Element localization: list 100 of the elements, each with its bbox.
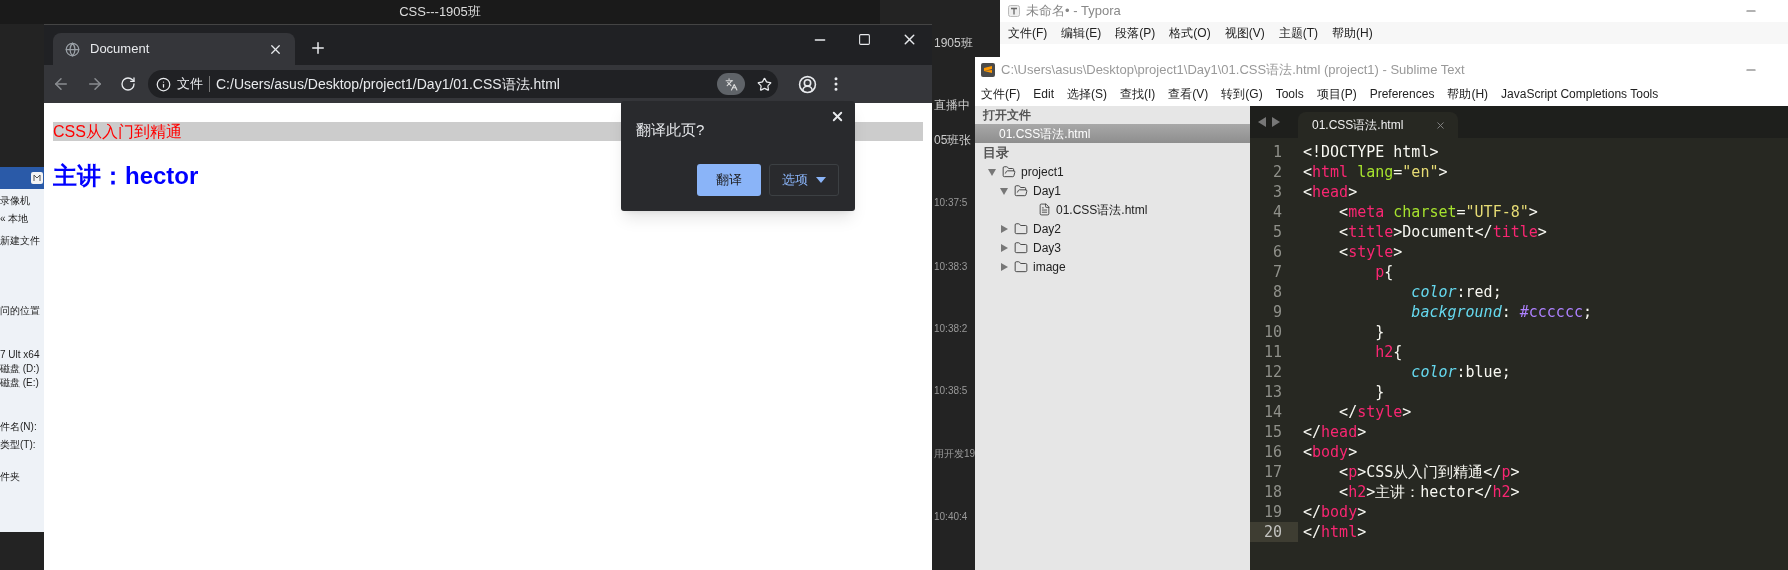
line-number: 13 [1262,382,1283,402]
code-line: </body> [1302,502,1367,522]
forward-icon[interactable] [86,75,104,93]
code-line: <meta charset="UTF-8"> [1338,202,1538,222]
translate-icon [724,77,738,91]
tree-item[interactable]: Day1 [1033,181,1061,200]
tree-item[interactable]: Day3 [1033,238,1061,257]
dialog-text: 磁盘 (D:) [0,363,41,375]
options-button[interactable]: 选项 [769,164,839,196]
menu-item[interactable]: 查看(V) [1168,85,1209,103]
globe-icon [65,41,80,57]
line-number: 2 [1271,162,1283,182]
back-icon[interactable] [52,75,70,93]
translate-button[interactable] [717,73,745,95]
line-number: 20 [1250,522,1298,542]
line-number: 14 [1262,402,1283,422]
menu-item[interactable]: 转到(G) [1221,85,1263,103]
file-icon [1038,203,1051,216]
code-line: h2{ [1374,342,1403,362]
line-number: 11 [1262,342,1283,362]
menu-item[interactable]: 选择(S) [1067,85,1107,103]
line-number: 6 [1271,242,1283,262]
line-number: 8 [1271,282,1283,302]
tree-item[interactable]: Day2 [1033,219,1061,238]
dialog-text: 录像机 [0,195,31,207]
app-icon [981,62,995,77]
folder-icon [1014,221,1028,236]
dialog-text: 磁盘 (E:) [0,377,40,389]
open-folder-icon [1002,164,1016,179]
menu-item[interactable]: 文件(F) [1008,24,1048,42]
collapsed-triangle-icon[interactable] [999,261,1009,272]
line-number: 10 [1262,322,1283,342]
code-line: color:blue; [1410,362,1511,382]
close-icon[interactable] [830,109,845,124]
menu-item[interactable]: Edit [1033,85,1054,103]
code-line: <style> [1338,242,1403,262]
menu-item[interactable]: 主题(T) [1278,24,1318,42]
expanded-triangle-icon[interactable] [987,166,997,177]
browser-tab[interactable]: Document [53,33,295,65]
tree-item[interactable]: image [1033,257,1066,276]
code-line: <html lang="en"> [1302,162,1448,182]
menu-item[interactable]: Tools [1275,85,1304,103]
chat-text: 10:38:2 [934,322,969,336]
app-icon [1008,5,1020,17]
dialog-text: 件夹 [0,471,21,483]
scheme-label: 文件 [177,75,203,94]
line-number: 5 [1271,222,1283,242]
collapsed-triangle-icon[interactable] [999,223,1009,234]
code-line: } [1374,322,1385,342]
window-title: 未命名• - Typora [1026,2,1121,21]
previous-icon[interactable] [1258,117,1266,127]
line-number: 19 [1262,502,1283,522]
maximize-icon[interactable] [858,33,871,46]
next-icon[interactable] [1272,117,1280,127]
menu-item[interactable]: 项目(P) [1316,85,1357,103]
popup-title: 翻译此页? [636,120,705,140]
tree-item[interactable]: project1 [1021,162,1064,181]
menu-item[interactable]: 帮助(H) [1447,85,1489,103]
dialog-text: « 本地 [0,213,30,225]
code-line: <head> [1302,182,1358,202]
editor-tab[interactable]: 01.CSS语法.html [1298,112,1458,138]
code-line: color:red; [1410,282,1502,302]
code-line: <title>Document</title> [1338,222,1547,242]
line-number: 12 [1262,362,1283,382]
menu-item[interactable]: 段落(P) [1115,24,1156,42]
code-line: } [1374,382,1385,402]
menu-item[interactable]: Preferences [1369,85,1435,103]
chat-text: 10:38:3 [934,260,969,274]
menu-item[interactable]: 查找(I) [1120,85,1156,103]
dialog-text: 类型(T): [0,439,37,451]
chat-text: 10:40:4 [934,510,969,524]
menu-item[interactable]: 文件(F) [981,85,1021,103]
new-tab-icon[interactable] [309,39,327,57]
line-number: 4 [1271,202,1283,222]
menu-item[interactable]: 编辑(E) [1061,24,1102,42]
menu-item[interactable]: JavaScript Completions Tools [1501,85,1659,103]
dialog-text: 件名(N): [0,421,38,433]
profile-icon[interactable] [798,74,817,94]
dialog-text: 问的位置 [0,305,41,317]
line-number: 15 [1262,422,1283,442]
line-number: 16 [1262,442,1283,462]
menu-item[interactable]: 格式(O) [1169,24,1211,42]
expanded-triangle-icon[interactable] [999,185,1009,196]
url-text: C:/Users/asus/Desktop/project1/Day1/01.CSS语法.html [216,74,561,94]
collapsed-triangle-icon[interactable] [999,242,1009,253]
menu-item[interactable]: 视图(V) [1224,24,1265,42]
reload-icon[interactable] [120,76,136,92]
star-icon[interactable] [757,76,772,92]
code-line: background: #cccccc; [1410,302,1592,322]
open-folder-icon [1014,183,1028,198]
code-line: p{ [1374,262,1394,282]
code-line: <!DOCTYPE html> [1302,142,1439,162]
sidebar-header: 打开文件 [982,107,1032,124]
menu-item[interactable]: 帮助(H) [1332,24,1373,42]
tree-item[interactable]: 01.CSS语法.html [1056,200,1148,219]
page-heading: 主讲：hector [53,161,199,191]
address-bar[interactable]: 文件 C:/Users/asus/Desktop/project1/Day1/01.CSS语法.html [148,70,778,98]
info-icon[interactable] [156,76,171,92]
sidebar-header: 目录 [982,144,1010,162]
translate-action-button[interactable]: 翻译 [697,164,761,196]
